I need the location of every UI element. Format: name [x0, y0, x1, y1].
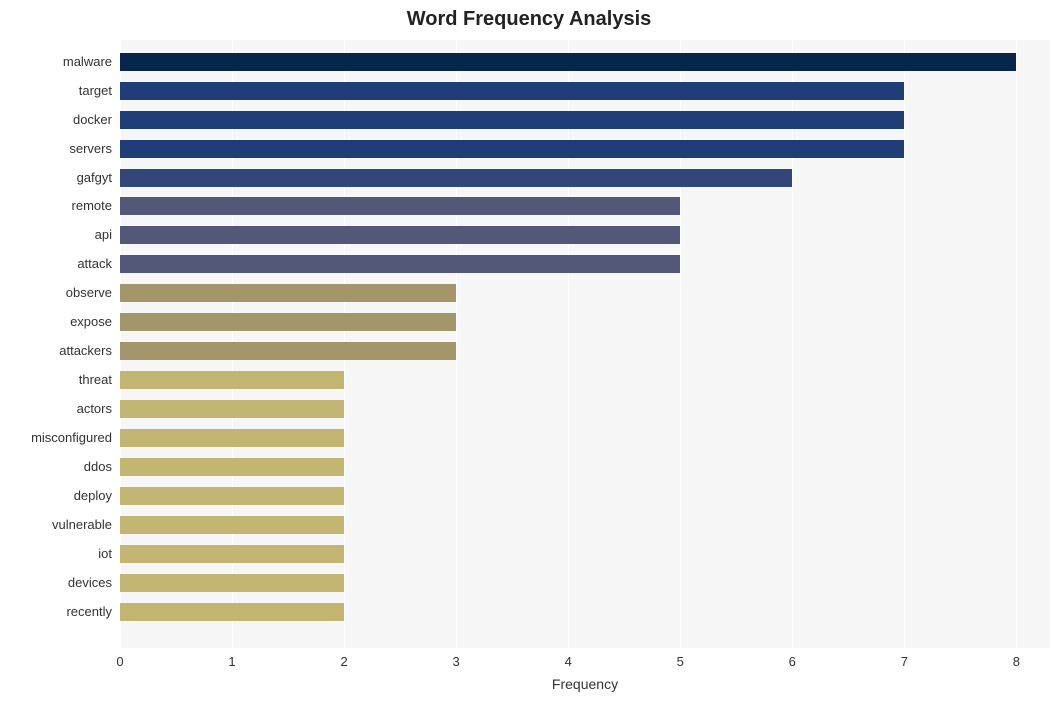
x-tick-label: 8 [1013, 654, 1020, 669]
bar [120, 53, 1016, 71]
x-tick-label: 7 [901, 654, 908, 669]
x-tick-label: 4 [565, 654, 572, 669]
bar [120, 603, 344, 621]
x-tick-label: 3 [453, 654, 460, 669]
bar [120, 342, 456, 360]
y-axis-labels: malware target docker servers gafgyt remote ap… [0, 40, 115, 648]
y-tick-label: ddos [0, 458, 112, 476]
y-tick-label: remote [0, 197, 112, 215]
chart-title: Word Frequency Analysis [0, 8, 1058, 31]
y-tick-label: deploy [0, 487, 112, 505]
y-tick-label: servers [0, 140, 112, 158]
y-tick-label: attack [0, 255, 112, 273]
word-frequency-chart: Word Frequency Analysis malware target doc… [0, 0, 1058, 701]
x-tick-label: 2 [340, 654, 347, 669]
bar [120, 545, 344, 563]
y-tick-label: vulnerable [0, 516, 112, 534]
y-tick-label: target [0, 82, 112, 100]
plot-area [120, 40, 1050, 648]
y-tick-label: threat [0, 371, 112, 389]
y-tick-label: expose [0, 313, 112, 331]
bar [120, 255, 680, 273]
bar [120, 429, 344, 447]
bars-container [120, 40, 1050, 648]
y-tick-label: recently [0, 603, 112, 621]
y-tick-label: actors [0, 400, 112, 418]
x-tick-label: 0 [116, 654, 123, 669]
bar [120, 284, 456, 302]
bar [120, 458, 344, 476]
bar [120, 226, 680, 244]
bar [120, 487, 344, 505]
bar [120, 516, 344, 534]
bar [120, 574, 344, 592]
x-tick-label: 6 [789, 654, 796, 669]
bar [120, 197, 680, 215]
y-tick-label: devices [0, 574, 112, 592]
bar [120, 111, 904, 129]
y-tick-label: gafgyt [0, 169, 112, 187]
bar [120, 400, 344, 418]
y-tick-label: api [0, 226, 112, 244]
y-tick-label: observe [0, 284, 112, 302]
x-tick-label: 1 [228, 654, 235, 669]
y-tick-label: attackers [0, 342, 112, 360]
bar [120, 140, 904, 158]
x-tick-label: 5 [677, 654, 684, 669]
x-axis-title: Frequency [120, 676, 1050, 692]
y-tick-label: misconfigured [0, 429, 112, 447]
bar [120, 82, 904, 100]
y-tick-label: docker [0, 111, 112, 129]
y-tick-label: malware [0, 53, 112, 71]
bar [120, 169, 792, 187]
bar [120, 313, 456, 331]
y-tick-label: iot [0, 545, 112, 563]
bar [120, 371, 344, 389]
